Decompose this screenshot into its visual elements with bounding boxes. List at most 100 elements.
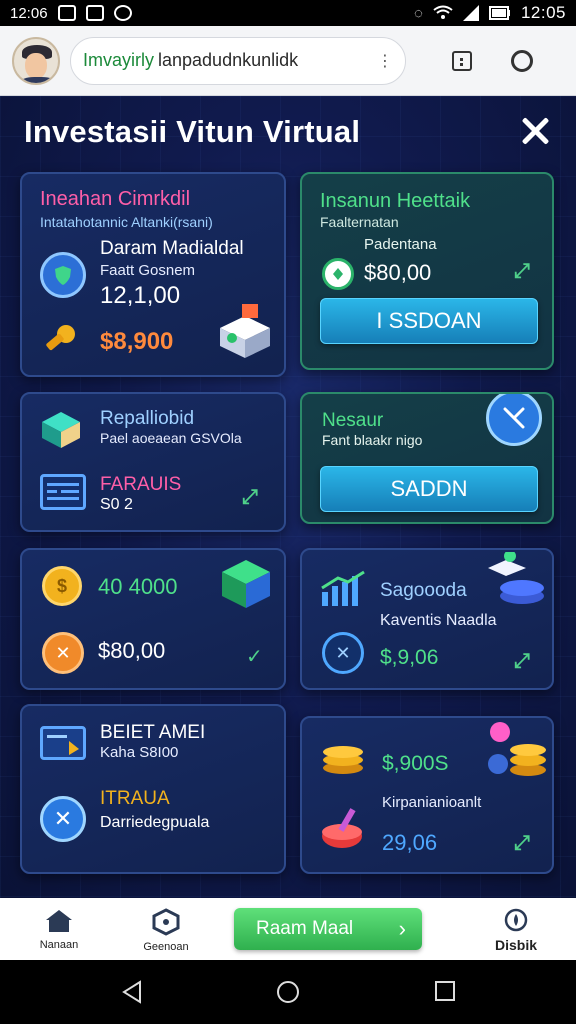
card-label: FARAUIS <box>100 474 182 495</box>
nav-profile-label: Disbik <box>494 937 537 953</box>
cube-icon <box>218 556 274 612</box>
card-label: ITRAUA <box>100 788 170 809</box>
card-price: $80,00 <box>98 638 166 663</box>
status-bar: 12:06 ◌ 12:05 <box>0 0 576 26</box>
card-label: Daram Madialdal <box>100 238 244 259</box>
package-icon <box>218 302 272 358</box>
card-subtitle: Faalternatan <box>320 214 399 230</box>
card-subtitle: Kaventis Naadla <box>380 612 497 629</box>
card-title: Ineahan Cimrkdil <box>40 188 191 210</box>
home-circle-icon[interactable] <box>276 980 300 1004</box>
card-value: 12,1,00 <box>100 282 181 309</box>
back-icon[interactable] <box>120 980 144 1004</box>
url-bar[interactable]: Imvayirly lanpadudnkunlidk ⋮ <box>70 36 406 85</box>
card-price: 29,06 <box>382 830 438 855</box>
investment-card[interactable]: Sagoooda Kaventis Naadla ✕ $,9,06 ⤢ <box>300 548 554 690</box>
close-icon[interactable] <box>520 116 550 146</box>
save-button[interactable]: SADDN <box>320 466 538 512</box>
trend-icon: ⤢ <box>514 650 530 672</box>
nav-home-label: Nanaan <box>39 939 79 951</box>
coins-icon <box>484 720 550 782</box>
card-value: 40 4000 <box>98 574 178 599</box>
messenger-icon <box>113 5 132 21</box>
tabs-icon <box>452 50 472 71</box>
battery-icon <box>488 6 510 20</box>
card-price: $8,900 <box>100 328 174 355</box>
card-subtitle: Pael aoeaean GSVOla <box>100 430 242 446</box>
start-button-label: Raam Maal <box>256 918 354 939</box>
card-title: Repalliobid <box>100 408 195 429</box>
card-label: Padentana <box>364 236 437 253</box>
coin-icon: $ <box>42 566 82 606</box>
investment-card[interactable]: Insanun Heettaik Faalternatan Padentana … <box>300 172 554 370</box>
bar-chart-icon <box>320 570 366 608</box>
card-title: Insanun Heettaik <box>320 190 471 212</box>
trend-icon: ⤢ <box>514 260 530 282</box>
card-title: Nesaur <box>322 410 384 431</box>
browser-toolbar: Imvayirly lanpadudnkunlidk ⋮ <box>0 26 576 96</box>
card-sub: Darriedegpuala <box>100 814 210 831</box>
investment-card[interactable]: Nesaur Fant blaakr nigo SADDN <box>300 392 554 524</box>
monitor-icon <box>40 726 86 760</box>
card-subtitle: Intatahotannic Altanki(rsani) <box>40 214 213 230</box>
close-circle-icon: ✕ <box>40 796 86 842</box>
coin-stack-icon <box>320 736 366 776</box>
coin-icon: ✕ <box>42 632 84 674</box>
page-title: Investasii Vitun Virtual <box>24 114 361 149</box>
card-subtitle: Fant blaakr nigo <box>322 432 423 448</box>
flame-icon <box>504 908 528 932</box>
tabs-button[interactable] <box>442 41 482 81</box>
chart-window-icon <box>40 474 86 510</box>
investment-card[interactable]: $,900S Kirpanianioanlt 29,06 ⤢ <box>300 716 554 874</box>
analytics-icon <box>486 394 542 446</box>
recents-icon[interactable] <box>434 980 456 1002</box>
card-value: $80,00 <box>364 260 432 285</box>
nav-profile[interactable]: Disbik <box>486 906 546 953</box>
trend-icon: ⤢ <box>242 486 258 508</box>
cube-icon <box>38 408 84 452</box>
wifi-icon <box>433 5 453 19</box>
card-subtitle: Kaha S8I00 <box>100 744 179 761</box>
bottom-nav: Nanaan Geenoan Raam Maal › Disbik <box>0 898 576 960</box>
start-button[interactable]: Raam Maal › <box>234 908 422 950</box>
investment-card[interactable]: Repalliobid Pael aoeaean GSVOla FARAUIS … <box>20 392 286 532</box>
investment-card[interactable]: BEIET AMEI Kaha S8I00 ✕ ITRAUA Darriedeg… <box>20 704 286 874</box>
nav-explore[interactable]: Geenoan <box>140 908 192 953</box>
url-path: lanpadudnkunlidk <box>158 50 299 70</box>
settings-button[interactable] <box>502 41 542 81</box>
nav-explore-label: Geenoan <box>143 941 189 953</box>
tools-icon: ✕ <box>322 632 364 674</box>
card-title: Sagoooda <box>380 580 467 601</box>
shield-icon <box>322 258 354 290</box>
card-value: S0 2 <box>100 496 133 513</box>
main-panel: Investasii Vitun Virtual Ineahan Cimrkdi… <box>0 96 576 898</box>
investment-card[interactable]: Ineahan Cimrkdil Intatahotannic Altanki(… <box>20 172 286 377</box>
status-left-time: 12:06 <box>10 4 48 22</box>
signal-icon <box>462 5 479 21</box>
check-icon: ✓ <box>246 646 263 668</box>
gallery-icon <box>85 5 104 21</box>
home-icon <box>46 910 72 932</box>
card-value: $,900S <box>382 752 449 775</box>
investment-card[interactable]: $ 40 4000 ✕ $80,00 ✓ <box>20 548 286 690</box>
hexagon-icon <box>152 908 180 936</box>
image-icon <box>57 5 76 21</box>
mute-icon: ◌ <box>414 4 423 22</box>
invest-button[interactable]: I SSDOAN <box>320 298 538 344</box>
shield-icon <box>40 252 86 298</box>
status-time: 12:05 <box>520 3 566 22</box>
card-label: Kirpanianioanlt <box>382 794 482 811</box>
system-nav-bar <box>0 960 576 1024</box>
coin-stack-icon <box>486 550 548 608</box>
piggy-bank-icon <box>318 806 368 850</box>
url-more-icon[interactable]: ⋮ <box>377 51 393 71</box>
chevron-right-icon: › <box>398 916 406 941</box>
avatar[interactable] <box>12 36 60 85</box>
key-icon <box>42 322 78 358</box>
nav-home[interactable]: Nanaan <box>34 908 84 951</box>
gear-icon <box>511 49 533 72</box>
card-title: BEIET AMEI <box>100 722 206 743</box>
url-domain: Imvayirly <box>83 50 154 70</box>
card-sub: Faatt Gosnem <box>100 262 196 279</box>
card-value: $,9,06 <box>380 646 439 669</box>
